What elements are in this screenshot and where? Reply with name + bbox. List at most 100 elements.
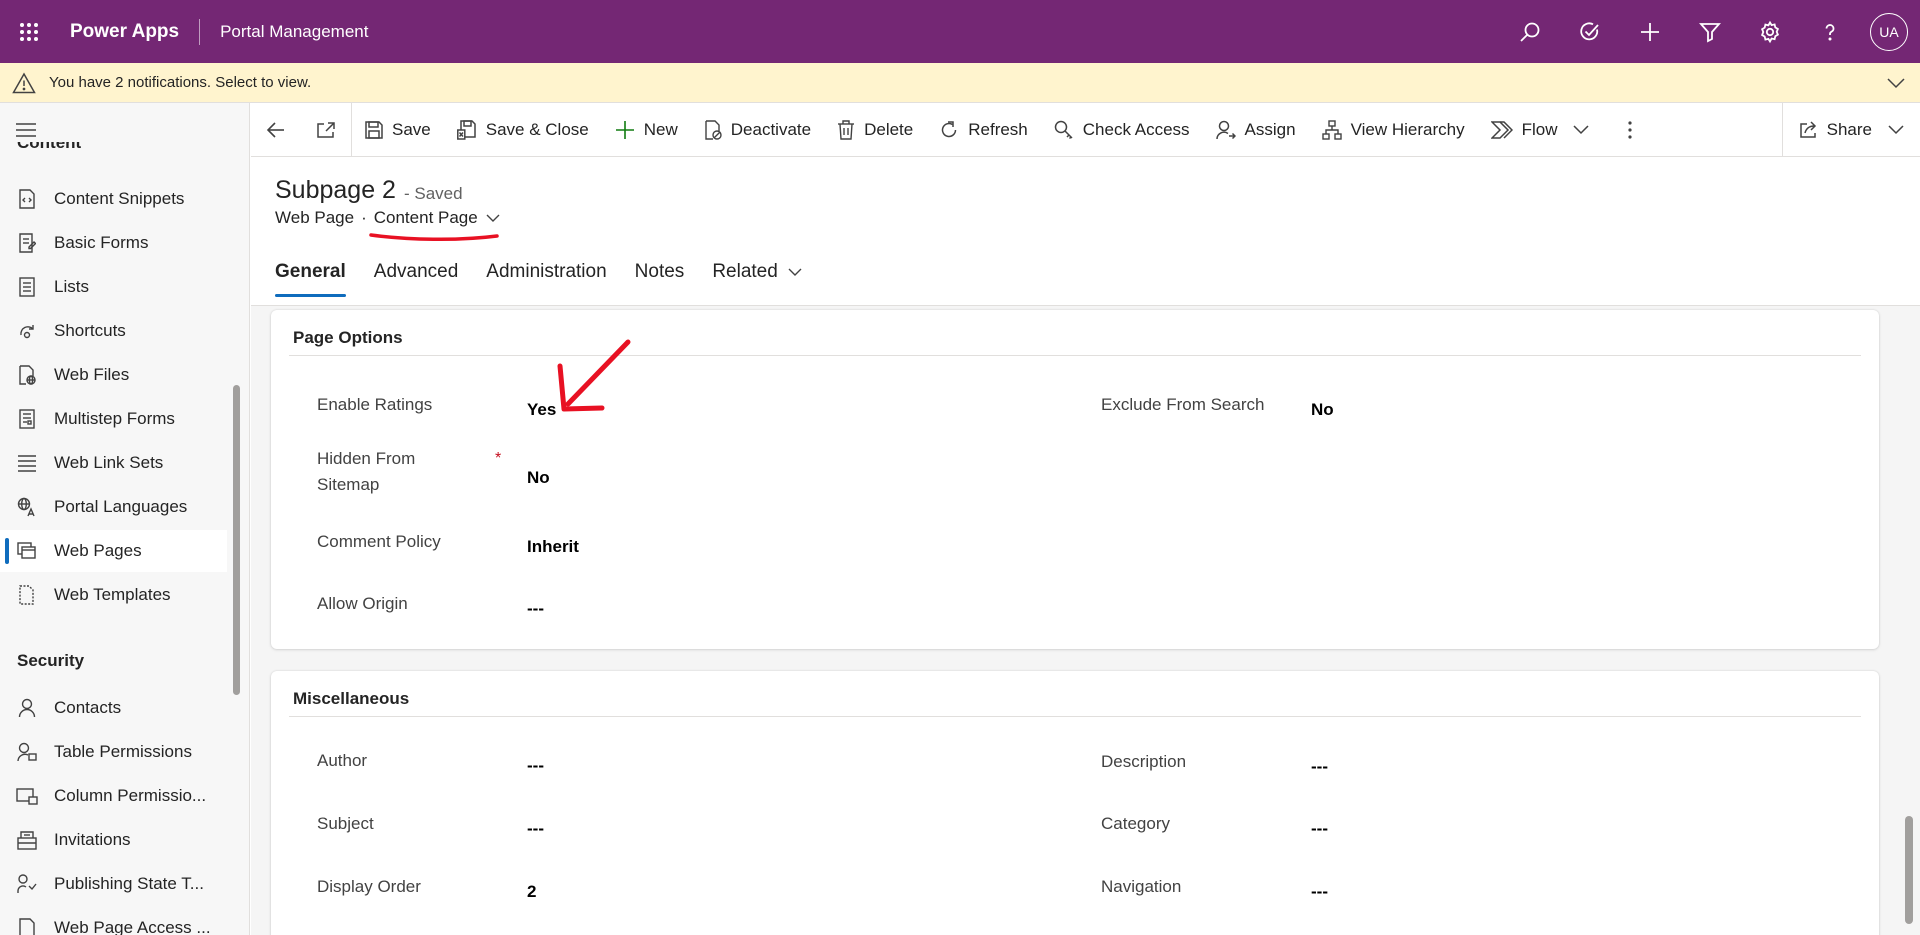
tab-label: Notes bbox=[634, 261, 685, 282]
required-indicator: * bbox=[495, 450, 502, 467]
field-label-author: Author bbox=[317, 751, 368, 770]
sidebar-item-portal-languages[interactable]: Portal Languages bbox=[0, 486, 227, 528]
sidebar-item-web-page-access[interactable]: Web Page Access ... bbox=[0, 907, 227, 935]
sidebar-item-web-files[interactable]: Web Files bbox=[0, 354, 227, 396]
field-value-subject[interactable]: --- bbox=[527, 819, 544, 839]
delete-label: Delete bbox=[864, 119, 914, 139]
sidebar-item-web-pages[interactable]: Web Pages bbox=[0, 530, 227, 572]
deactivate-button[interactable]: Deactivate bbox=[691, 103, 824, 157]
save-status: - Saved bbox=[404, 184, 463, 203]
sidebar-item-invitations[interactable]: Invitations bbox=[0, 819, 227, 861]
chevron-down-icon bbox=[486, 214, 500, 223]
form-name: Content Page bbox=[373, 208, 478, 227]
sidebar-item-lists[interactable]: Lists bbox=[0, 266, 227, 308]
help-icon[interactable] bbox=[1800, 0, 1860, 63]
notification-text[interactable]: You have 2 notifications. Select to view… bbox=[49, 74, 311, 91]
tab-notes[interactable]: Notes bbox=[635, 247, 685, 297]
field-value-allow-origin[interactable]: --- bbox=[527, 599, 544, 619]
field-value-navigation[interactable]: --- bbox=[1311, 882, 1328, 902]
red-arrow-annotation bbox=[557, 339, 631, 412]
save-close-label: Save & Close bbox=[485, 119, 589, 139]
tab-administration[interactable]: Administration bbox=[486, 247, 606, 297]
save-and-close-button[interactable]: Save & Close bbox=[444, 103, 602, 157]
form-selector[interactable]: Content Page bbox=[374, 208, 500, 228]
sidebar-item-column-permissions[interactable]: Column Permissio... bbox=[0, 775, 227, 817]
open-in-new-window-button[interactable] bbox=[301, 103, 351, 157]
field-label-subject: Subject bbox=[317, 814, 374, 833]
snippet-icon bbox=[16, 189, 38, 209]
share-label: Share bbox=[1826, 120, 1872, 139]
sidebar-item-shortcuts[interactable]: Shortcuts bbox=[0, 310, 227, 352]
web-pages-icon bbox=[16, 542, 38, 560]
refresh-button[interactable]: Refresh bbox=[926, 103, 1041, 157]
header-divider bbox=[199, 18, 201, 45]
assign-button[interactable]: Assign bbox=[1203, 103, 1309, 157]
web-file-icon bbox=[16, 365, 38, 385]
table-permission-icon bbox=[16, 742, 38, 762]
key-icon bbox=[1054, 120, 1074, 140]
sidebar-item-publishing-state[interactable]: Publishing State T... bbox=[0, 863, 227, 905]
avatar[interactable]: UA bbox=[1870, 12, 1908, 51]
field-value-exclude-from-search[interactable]: No bbox=[1311, 400, 1334, 420]
check-access-button[interactable]: Check Access bbox=[1041, 103, 1203, 157]
sidebar-item-multistep-forms[interactable]: Multistep Forms bbox=[0, 398, 227, 440]
field-value-hidden-from-sitemap[interactable]: No bbox=[527, 468, 550, 488]
sidebar-item-content-snippets[interactable]: Content Snippets bbox=[0, 178, 227, 220]
chevron-down-icon[interactable] bbox=[1573, 124, 1590, 135]
back-button[interactable] bbox=[251, 103, 301, 157]
field-value-author[interactable]: --- bbox=[527, 756, 544, 776]
shortcut-icon bbox=[16, 322, 38, 340]
tab-general[interactable]: General bbox=[275, 247, 346, 297]
save-label: Save bbox=[392, 119, 431, 139]
sidebar-item-table-permissions[interactable]: Table Permissions bbox=[0, 731, 227, 773]
record-subtitle: Web Page · Content Page bbox=[275, 208, 500, 228]
task-icon[interactable] bbox=[1560, 0, 1620, 63]
portal-name[interactable]: Portal Management bbox=[220, 22, 368, 42]
notification-bar[interactable]: You have 2 notifications. Select to view… bbox=[0, 63, 1920, 103]
subtitle-separator: · bbox=[361, 208, 367, 227]
sidebar-item-web-templates[interactable]: Web Templates bbox=[0, 574, 227, 616]
save-button[interactable]: Save bbox=[352, 103, 444, 157]
field-value-display-order[interactable]: 2 bbox=[527, 882, 536, 902]
sidebar-item-label: Basic Forms bbox=[54, 233, 149, 252]
chevron-down-icon[interactable] bbox=[1888, 125, 1904, 135]
tab-label: Administration bbox=[486, 261, 607, 282]
share-button[interactable]: Share bbox=[1781, 103, 1920, 157]
check-access-label: Check Access bbox=[1082, 119, 1190, 139]
field-label-navigation: Navigation bbox=[1101, 877, 1182, 896]
top-actions: UA bbox=[1500, 0, 1920, 63]
template-icon bbox=[16, 585, 38, 605]
search-icon[interactable] bbox=[1500, 0, 1560, 63]
tab-label: Related bbox=[712, 261, 778, 282]
app-launcher-icon[interactable] bbox=[0, 0, 58, 63]
form-scrollbar[interactable] bbox=[1905, 816, 1913, 924]
view-hierarchy-button[interactable]: View Hierarchy bbox=[1309, 103, 1478, 157]
trash-icon bbox=[837, 119, 855, 140]
form-body: Page Options Enable Ratings Yes Hidden F… bbox=[251, 306, 1920, 935]
field-value-comment-policy[interactable]: Inherit bbox=[527, 537, 579, 557]
tab-advanced[interactable]: Advanced bbox=[374, 247, 459, 297]
top-bar: Power Apps Portal Management UA bbox=[0, 0, 1920, 63]
sidebar-scrollbar[interactable] bbox=[233, 385, 240, 695]
sidebar-item-web-link-sets[interactable]: Web Link Sets bbox=[0, 442, 227, 484]
flow-label: Flow bbox=[1521, 119, 1558, 139]
sidebar-item-label: Invitations bbox=[54, 830, 131, 849]
app-name[interactable]: Power Apps bbox=[70, 21, 179, 43]
sidebar-item-contacts[interactable]: Contacts bbox=[0, 687, 227, 729]
more-commands-button[interactable] bbox=[1602, 103, 1658, 157]
sidebar-item-label: Web Page Access ... bbox=[54, 918, 211, 935]
filter-icon[interactable] bbox=[1680, 0, 1740, 63]
field-value-category[interactable]: --- bbox=[1311, 819, 1328, 839]
more-vertical-icon bbox=[1628, 120, 1633, 139]
chevron-down-icon bbox=[788, 268, 802, 277]
sidebar-item-basic-forms[interactable]: Basic Forms bbox=[0, 222, 227, 264]
tab-related[interactable]: Related bbox=[712, 247, 802, 297]
delete-button[interactable]: Delete bbox=[824, 103, 926, 157]
plus-icon[interactable] bbox=[1620, 0, 1680, 63]
new-button[interactable]: New bbox=[602, 103, 691, 157]
chevron-down-icon[interactable] bbox=[1886, 74, 1906, 92]
field-value-description[interactable]: --- bbox=[1311, 757, 1328, 777]
flow-button[interactable]: Flow bbox=[1478, 103, 1603, 157]
gear-icon[interactable] bbox=[1740, 0, 1800, 63]
hamburger-menu-icon[interactable] bbox=[15, 122, 37, 138]
